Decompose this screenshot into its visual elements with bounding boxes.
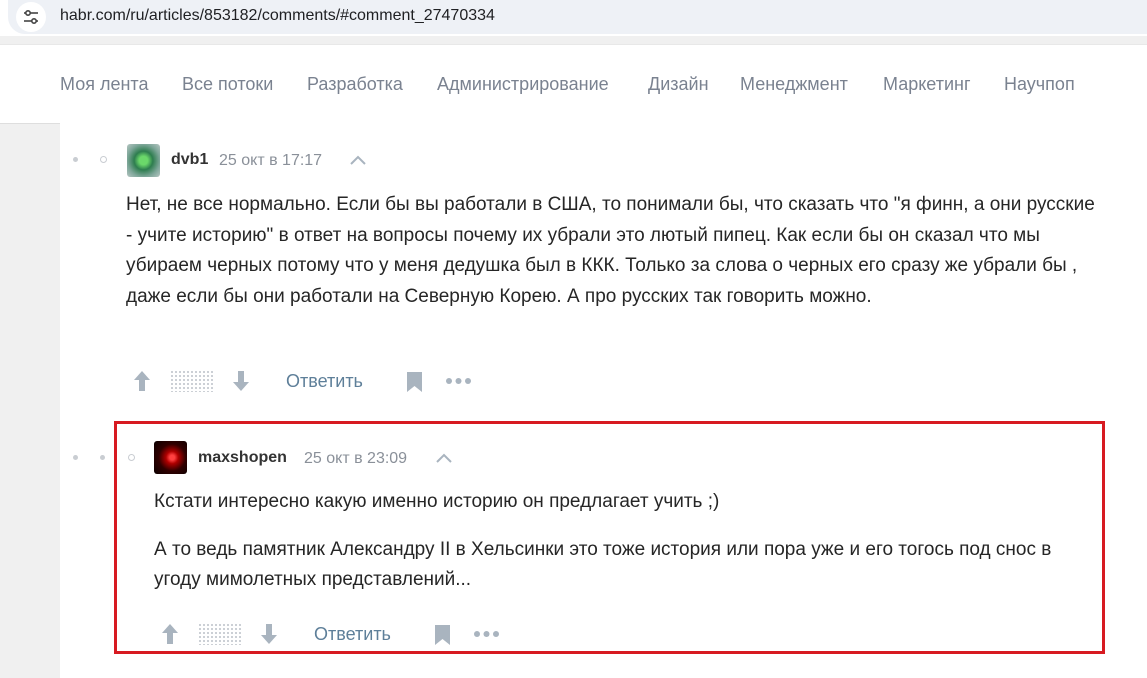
comment-body: Нет, не все нормально. Если бы вы работа… [126,190,1101,312]
habr-nav: Моя лента Все потоки Разработка Админист… [0,44,1147,124]
nav-item-my-feed[interactable]: Моя лента [60,74,148,95]
highlight-box [114,421,1105,654]
thread-dot [73,157,78,162]
comment-time[interactable]: 25 окт в 17:17 [219,152,322,170]
address-bar: habr.com/ru/articles/853182/comments/#co… [0,0,1147,36]
comment-paragraph: Нет, не все нормально. Если бы вы работа… [126,194,1095,307]
arrow-down-icon[interactable] [232,370,250,392]
nav-item-all-streams[interactable]: Все потоки [182,74,273,95]
comment-username[interactable]: dvb1 [171,151,208,169]
chevron-up-icon[interactable] [349,154,367,166]
nav-item-popsci[interactable]: Научпоп [1004,74,1075,95]
vote-score [170,370,214,392]
nav-item-management[interactable]: Менеджмент [740,74,848,95]
arrow-up-icon[interactable] [133,370,151,392]
thread-ring [100,156,107,163]
nav-item-development[interactable]: Разработка [307,74,403,95]
bookmark-icon[interactable] [406,371,423,393]
reply-button[interactable]: Ответить [286,371,363,392]
tune-icon [24,9,38,25]
nav-item-design[interactable]: Дизайн [648,74,709,95]
site-info-button[interactable] [16,2,46,32]
thread-dot [73,455,78,460]
thread-dot [100,455,105,460]
more-dots-icon[interactable] [445,377,472,385]
avatar[interactable] [127,144,160,177]
nav-item-administration[interactable]: Администрирование [437,74,609,95]
url-text[interactable]: habr.com/ru/articles/853182/comments/#co… [60,7,495,25]
nav-item-marketing[interactable]: Маркетинг [883,74,971,95]
